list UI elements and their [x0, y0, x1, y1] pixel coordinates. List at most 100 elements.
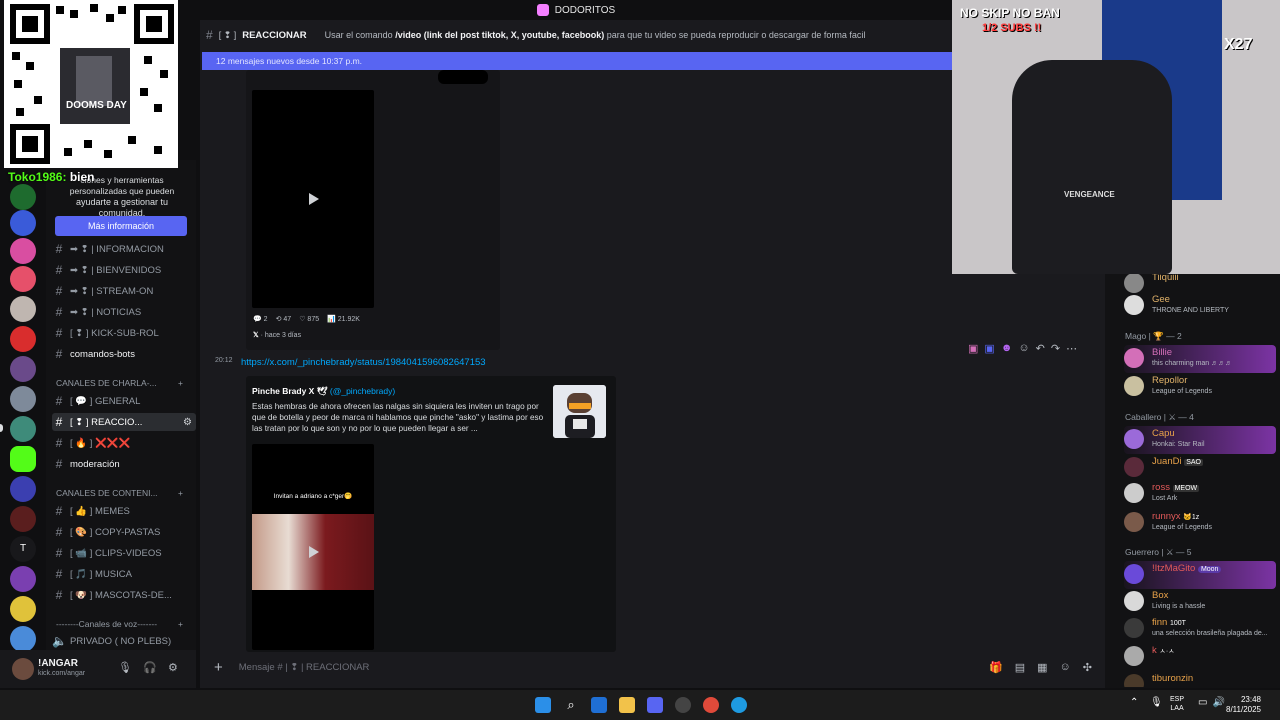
- volume-icon[interactable]: 🔊: [1212, 697, 1224, 708]
- server-icon-5[interactable]: [10, 296, 36, 322]
- search-icon[interactable]: ⌕: [563, 697, 579, 713]
- server-icon-10[interactable]: [10, 446, 36, 472]
- server-icon-8[interactable]: [10, 386, 36, 412]
- channel-noticias[interactable]: # ➡ ❢ | NOTICIAS: [52, 303, 196, 321]
- server-icon-2[interactable]: [10, 210, 36, 236]
- add-channel-icon[interactable]: +: [178, 488, 183, 498]
- voice-channel-privado[interactable]: 🔈 PRIVADO ( NO PLEBS): [52, 632, 196, 650]
- channel-mascotas[interactable]: # [ 🐶 ] MASCOTAS-DE...: [52, 586, 196, 604]
- server-icon-3[interactable]: [10, 238, 36, 264]
- channel-informacion[interactable]: # ➡ ❢ | INFORMACION: [52, 240, 196, 258]
- server-icon-11[interactable]: [10, 476, 36, 502]
- message-link[interactable]: https://x.com/_pinchebrady/status/198404…: [241, 357, 486, 368]
- folder-icon[interactable]: [619, 697, 635, 713]
- message-input[interactable]: + Mensaje # | ❢ | REACCIONAR 🎁 ▤ ▦ ☺ ✣: [204, 654, 1104, 680]
- stream-banner-1: NO SKIP NO BAN: [960, 6, 1060, 20]
- mail-icon[interactable]: [591, 697, 607, 713]
- server-icon-13[interactable]: T: [10, 536, 36, 562]
- mic-tray-icon[interactable]: 🎙: [1150, 697, 1163, 708]
- channel-clips-videos[interactable]: # [ 📹 ] CLIPS-VIDEOS: [52, 544, 196, 562]
- play-icon[interactable]: [309, 193, 319, 205]
- channel-general[interactable]: # [ 💬 ] GENERAL: [52, 392, 196, 410]
- language-indicator[interactable]: ESP LAA: [1170, 695, 1184, 713]
- network-icon[interactable]: ▭: [1198, 697, 1207, 708]
- edge-icon[interactable]: [731, 697, 747, 713]
- add-channel-icon[interactable]: +: [178, 619, 183, 629]
- channel-moderacion[interactable]: # moderación: [52, 455, 196, 473]
- member-tiburonzin[interactable]: tiburonzin: [1124, 671, 1276, 687]
- member-gee[interactable]: Gee THRONE AND LIBERTY: [1124, 292, 1276, 320]
- channel-label: [ 🐶 ] MASCOTAS-DE...: [70, 589, 172, 601]
- gift-icon[interactable]: 🎁: [989, 661, 1003, 674]
- tray-chevron-icon[interactable]: ⌃: [1130, 697, 1138, 708]
- reaction-icon-2[interactable]: ▣: [984, 342, 994, 355]
- channel-memes[interactable]: # [ 👍 ] MEMES: [52, 502, 196, 520]
- category-contenido[interactable]: CANALES DE CONTENI... +: [56, 488, 183, 498]
- user-name[interactable]: !ANGAR: [38, 658, 78, 669]
- forward-icon[interactable]: ↷: [1051, 342, 1060, 355]
- channel-comandos-bots[interactable]: # comandos-bots: [52, 345, 196, 363]
- member-capu[interactable]: Capu Honkai: Star Rail: [1124, 426, 1276, 454]
- new-messages-bar[interactable]: 12 mensajes nuevos desde 10:37 p.m.: [202, 52, 952, 70]
- video-controls[interactable]: [438, 70, 488, 84]
- channel-copy-pastas[interactable]: # [ 🎨 ] COPY-PASTAS: [52, 523, 196, 541]
- channel-bienvenidos[interactable]: # ➡ ❢ | BIENVENIDOS: [52, 261, 196, 279]
- headphones-icon[interactable]: 🎧: [143, 661, 157, 674]
- member-runnyx[interactable]: runnyx 🐱1z League of Legends: [1124, 509, 1276, 537]
- chrome-icon[interactable]: [703, 697, 719, 713]
- server-icon-16[interactable]: [10, 626, 36, 652]
- server-icon-9[interactable]: [10, 416, 36, 442]
- more-info-button[interactable]: Más información: [55, 216, 187, 236]
- add-channel-icon[interactable]: +: [178, 378, 183, 388]
- app-icon[interactable]: [675, 697, 691, 713]
- server-icon-1[interactable]: [10, 184, 36, 210]
- server-icon-15[interactable]: [10, 596, 36, 622]
- member-ross[interactable]: ross MEOW Lost Ark: [1124, 480, 1276, 508]
- category-label: CANALES DE CONTENI...: [56, 488, 158, 498]
- member-k[interactable]: k ㅅ·ㅅ: [1124, 643, 1276, 671]
- channel-reaccionar[interactable]: # [ ❢ ] REACCIO... ⚙: [52, 413, 196, 431]
- server-icon-4[interactable]: [10, 266, 36, 292]
- member-billie[interactable]: Billie this charming man ♬♬♬: [1124, 345, 1276, 373]
- attach-plus-icon[interactable]: +: [214, 659, 223, 676]
- member-itzmagito[interactable]: !ItzMaGito Moon: [1124, 561, 1276, 589]
- embed-author[interactable]: Pinche Brady X 🕊 (@_pinchebrady): [252, 386, 395, 397]
- server-icon-14[interactable]: [10, 566, 36, 592]
- channel-stream-on[interactable]: # ➡ ❢ | STREAM-ON: [52, 282, 196, 300]
- reply-arrow-icon[interactable]: ↶: [1036, 342, 1045, 355]
- server-icon-6[interactable]: [10, 326, 36, 352]
- start-icon[interactable]: [535, 697, 551, 713]
- more-icon[interactable]: ⋯: [1066, 342, 1077, 355]
- sticker-icon[interactable]: ▦: [1037, 661, 1047, 674]
- emoji-icon[interactable]: ☺: [1060, 661, 1071, 674]
- apps-icon[interactable]: ✣: [1083, 661, 1092, 674]
- channel-xxx[interactable]: # [ 🔥 ] ❌❌❌: [52, 434, 196, 452]
- gif-icon[interactable]: ▤: [1015, 661, 1025, 674]
- server-icon-7[interactable]: [10, 356, 36, 382]
- clock[interactable]: 23:48 8/11/2025: [1226, 695, 1261, 715]
- channel-kick-sub-rol[interactable]: # [ ❢ ] KICK-SUB-ROL: [52, 324, 196, 342]
- member-finn[interactable]: finn 100T una selección brasileña plagada…: [1124, 615, 1276, 643]
- channel-header: # [ ❢ ] REACCIONAR Usar el comando /vide…: [200, 24, 952, 46]
- add-reaction-icon[interactable]: ☺: [1018, 342, 1029, 355]
- category-voz[interactable]: --------Canales de voz------- +: [56, 619, 183, 629]
- member-repollor[interactable]: Repollor League of Legends: [1124, 373, 1276, 401]
- server-icon-12[interactable]: [10, 506, 36, 532]
- video-player-2[interactable]: Invitan a adriano a c*ger🤭: [252, 444, 374, 650]
- view-count: 21.92K: [337, 316, 360, 323]
- settings-gear-icon[interactable]: ⚙: [168, 661, 178, 674]
- member-juandi[interactable]: JuanDi SAO: [1124, 454, 1276, 482]
- video-player-1[interactable]: [252, 90, 374, 308]
- play-icon[interactable]: [309, 546, 319, 558]
- reaction-icon-1[interactable]: ▣: [968, 342, 978, 355]
- channel-musica[interactable]: # [ 🎵 ] MUSICA: [52, 565, 196, 583]
- channel-settings-icon[interactable]: ⚙: [183, 417, 192, 428]
- discord-icon[interactable]: [647, 697, 663, 713]
- tweet-time: hace 3 días: [264, 332, 302, 339]
- user-avatar[interactable]: [12, 658, 34, 680]
- embed-author-handle: (@_pinchebrady): [329, 386, 396, 396]
- reaction-icon-3[interactable]: ☻: [1001, 342, 1013, 355]
- member-box[interactable]: Box Living is a hassle: [1124, 588, 1276, 616]
- mic-icon[interactable]: 🎙: [118, 661, 132, 674]
- category-charla[interactable]: CANALES DE CHARLA-... +: [56, 378, 183, 388]
